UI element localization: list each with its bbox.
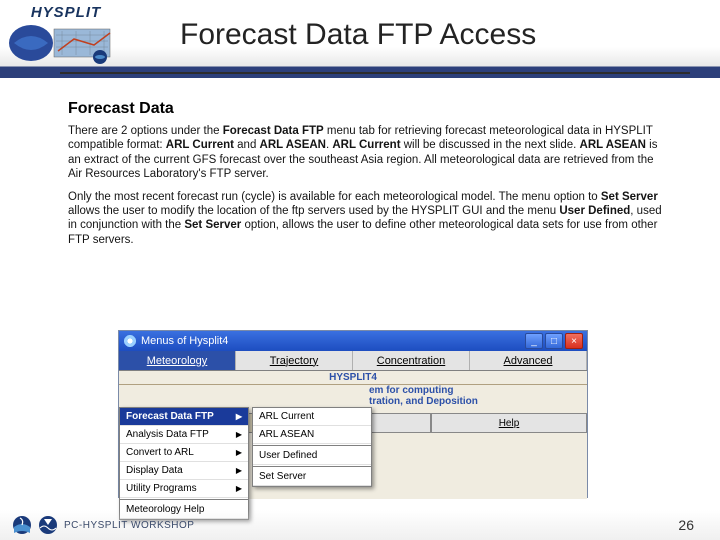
hysplit-logo: HYSPLIT <box>6 4 126 66</box>
minimize-button[interactable]: _ <box>525 333 543 349</box>
dd-display-data[interactable]: Display Data▶ <box>120 462 248 480</box>
menu-meteorology[interactable]: Meteorology <box>119 351 236 370</box>
dd-utility-programs[interactable]: Utility Programs▶ <box>120 480 248 498</box>
menu-trajectory[interactable]: Trajectory <box>236 351 353 370</box>
dropdown-separator <box>120 499 248 500</box>
app-body: HYSPLIT4 em for computing tration, and D… <box>119 371 587 499</box>
content-area: Forecast Data There are 2 options under … <box>68 100 668 255</box>
footer-text: PC-HYSPLIT WORKSHOP <box>64 520 194 531</box>
paragraph-2: Only the most recent forecast run (cycle… <box>68 190 668 248</box>
noaa-logo-icon <box>12 515 32 535</box>
submenu-arrow-icon: ▶ <box>236 412 242 421</box>
app-body-desc: em for computing tration, and Deposition <box>369 385 478 407</box>
slide-footer: PC-HYSPLIT WORKSHOP 26 <box>0 510 720 540</box>
section-title: Forecast Data <box>68 100 668 118</box>
submenu-arrow-icon: ▶ <box>236 466 242 475</box>
title-divider <box>60 72 690 74</box>
titlebar[interactable]: Menus of Hysplit4 _ □ × <box>119 331 587 351</box>
app-body-title: HYSPLIT4 <box>119 371 587 385</box>
paragraph-1: There are 2 options under the Forecast D… <box>68 124 668 182</box>
submenu-arrow-icon: ▶ <box>236 430 242 439</box>
window-title: Menus of Hysplit4 <box>141 335 228 347</box>
app-icon <box>123 334 137 348</box>
page-title: Forecast Data FTP Access <box>180 18 536 52</box>
dd-forecast-data-ftp[interactable]: Forecast Data FTP▶ <box>120 408 248 426</box>
dd-user-defined[interactable]: User Defined <box>253 447 371 465</box>
dd-set-server[interactable]: Set Server <box>253 468 371 486</box>
logo-text: HYSPLIT <box>6 4 126 21</box>
logo-map-icon <box>6 21 126 65</box>
help-button[interactable]: Help <box>431 413 587 433</box>
dd-convert-to-arl[interactable]: Convert to ARL▶ <box>120 444 248 462</box>
menu-advanced[interactable]: Advanced <box>470 351 587 370</box>
dropdown-forecast-submenu: ARL Current ARL ASEAN User Defined Set S… <box>252 407 372 487</box>
maximize-button[interactable]: □ <box>545 333 563 349</box>
menu-concentration[interactable]: Concentration <box>353 351 470 370</box>
page-number: 26 <box>678 517 694 533</box>
menubar: Meteorology Trajectory Concentration Adv… <box>119 351 587 371</box>
dropdown-separator <box>253 445 371 446</box>
dropdown-meteorology: Forecast Data FTP▶ Analysis Data FTP▶ Co… <box>119 407 249 520</box>
hysplit-window-screenshot: Menus of Hysplit4 _ □ × Meteorology Traj… <box>118 330 588 498</box>
slide-header: HYSPLIT Forecast Data FTP Access <box>0 0 720 78</box>
noaa-logo-icon <box>38 515 58 535</box>
submenu-arrow-icon: ▶ <box>236 484 242 493</box>
dd-arl-asean[interactable]: ARL ASEAN <box>253 426 371 444</box>
dd-arl-current[interactable]: ARL Current <box>253 408 371 426</box>
dd-analysis-data-ftp[interactable]: Analysis Data FTP▶ <box>120 426 248 444</box>
submenu-arrow-icon: ▶ <box>236 448 242 457</box>
dropdown-separator <box>253 466 371 467</box>
close-button[interactable]: × <box>565 333 583 349</box>
